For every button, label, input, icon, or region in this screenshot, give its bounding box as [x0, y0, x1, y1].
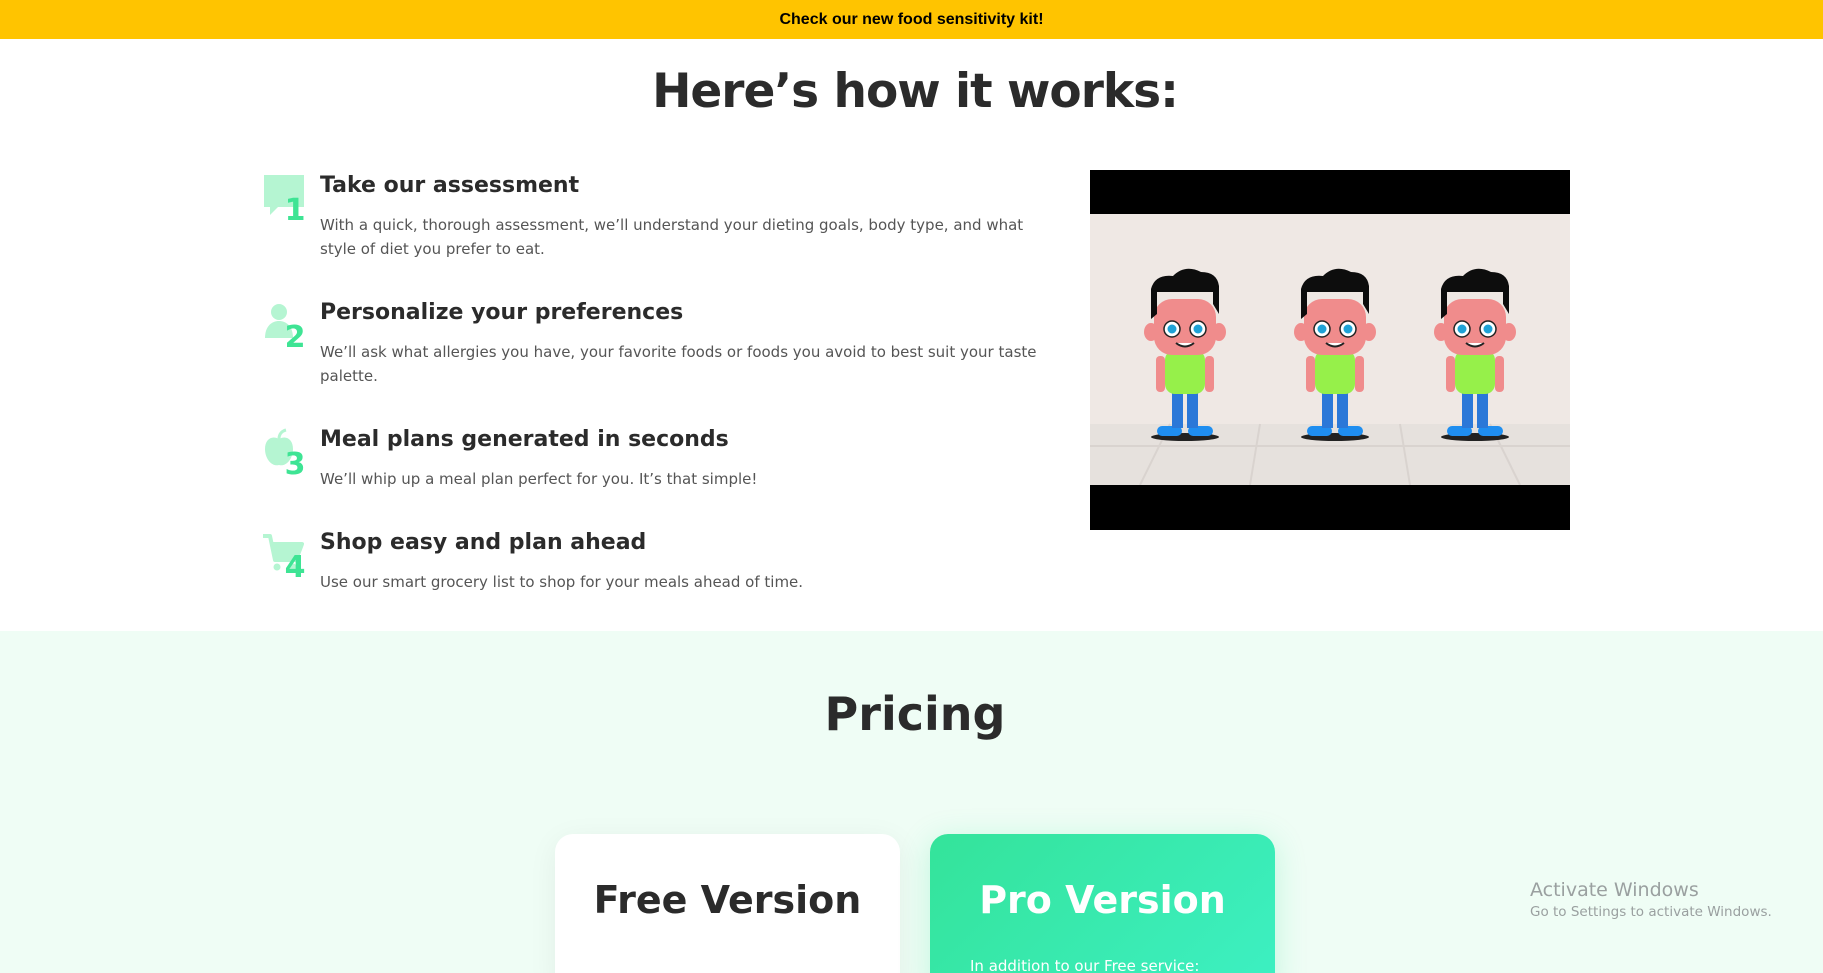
plan-title: Pro Version	[979, 878, 1226, 922]
watermark-title: Activate Windows	[1530, 879, 1699, 901]
pro-plan-card[interactable]: Pro Version In addition to our Free serv…	[930, 834, 1275, 973]
free-plan-card[interactable]: Free Version	[555, 834, 900, 973]
step-description: Use our smart grocery list to shop for y…	[320, 573, 804, 591]
banner-link[interactable]: Check our new food sensitivity kit!	[779, 11, 1043, 29]
pricing-section: Pricing Free Version Pro Version In addi…	[0, 631, 1823, 973]
cart-icon: 4	[263, 534, 306, 582]
video-player[interactable]	[1090, 170, 1570, 530]
cartoon-illustration	[1090, 214, 1570, 485]
svg-text:1: 1	[285, 193, 306, 225]
apple-icon: 3	[265, 428, 306, 479]
announcement-banner: Check our new food sensitivity kit!	[0, 0, 1823, 39]
step-description: With a quick, thorough assessment, we’ll…	[320, 216, 1024, 258]
chat-bubble-icon: 1	[264, 175, 306, 225]
step-heading: Take our assessment	[320, 173, 580, 198]
step-description: We’ll ask what allergies you have, your …	[320, 343, 1037, 385]
person-icon: 2	[265, 304, 306, 352]
pricing-title: Pricing	[824, 687, 1006, 741]
how-it-works-title: Here’s how it works:	[652, 64, 1179, 119]
plan-title: Free Version	[593, 878, 862, 922]
video-frame	[1090, 214, 1570, 485]
windows-activation-watermark: Activate Windows Go to Settings to activ…	[1530, 879, 1772, 920]
watermark-subtitle: Go to Settings to activate Windows.	[1530, 904, 1772, 920]
step-description: We’ll whip up a meal plan perfect for yo…	[320, 470, 758, 488]
plan-note: In addition to our Free service:	[970, 957, 1200, 973]
step-heading: Shop easy and plan ahead	[320, 530, 647, 555]
svg-text:2: 2	[285, 320, 306, 352]
step-heading: Personalize your preferences	[320, 300, 684, 325]
step-heading: Meal plans generated in seconds	[320, 427, 729, 452]
svg-text:4: 4	[285, 550, 306, 582]
svg-text:3: 3	[285, 447, 306, 479]
